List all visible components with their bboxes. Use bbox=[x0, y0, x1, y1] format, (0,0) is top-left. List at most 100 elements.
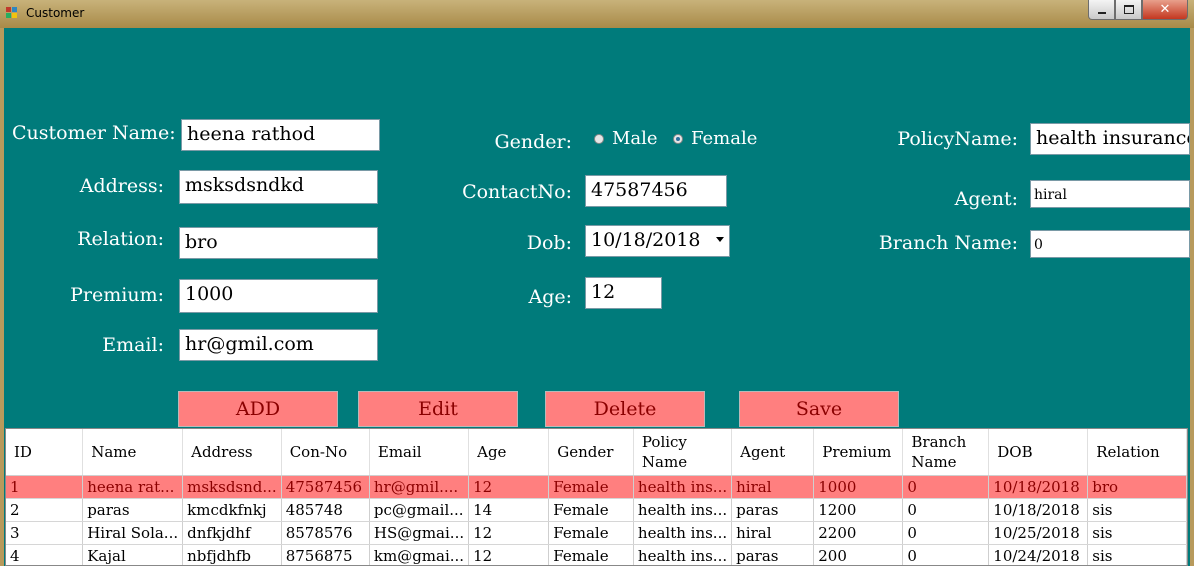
premium-label: Premium: bbox=[70, 284, 164, 306]
window-title: Customer bbox=[26, 6, 85, 20]
agent-field[interactable]: hiral bbox=[1030, 180, 1190, 208]
column-header[interactable]: Relation bbox=[1087, 429, 1187, 475]
column-header[interactable]: Con-No bbox=[281, 429, 370, 475]
table-cell: sis bbox=[1087, 498, 1187, 522]
table-cell: 10/18/2018 bbox=[988, 476, 1089, 499]
dob-value: 10/18/2018 bbox=[591, 229, 701, 251]
table-cell: paras bbox=[731, 544, 815, 565]
edit-button[interactable]: Edit bbox=[358, 391, 518, 427]
branch-label: Branch Name: bbox=[878, 232, 1018, 254]
table-cell: 200 bbox=[813, 544, 904, 565]
column-header[interactable]: Branch Name bbox=[902, 429, 990, 475]
column-header[interactable]: Agent bbox=[731, 429, 815, 475]
table-row[interactable]: 3 Hiral Sola... dnfkjdhf 8578576 HS@gmai… bbox=[6, 521, 1187, 545]
minimize-icon bbox=[1097, 11, 1106, 14]
column-header[interactable]: DOB bbox=[988, 429, 1089, 475]
table-cell: sis bbox=[1087, 544, 1187, 565]
contact-label: ContactNo: bbox=[462, 181, 572, 203]
close-button[interactable]: ✕ bbox=[1142, 0, 1188, 20]
table-cell: 0 bbox=[902, 521, 990, 545]
maximize-icon bbox=[1123, 5, 1134, 14]
column-header[interactable]: ID bbox=[6, 429, 84, 475]
customer-grid[interactable]: ID Name Address Con-No Email Age Gender … bbox=[5, 428, 1188, 566]
title-bar: Customer ✕ bbox=[0, 0, 1194, 28]
table-cell: 0 bbox=[902, 498, 990, 522]
table-cell: 2200 bbox=[813, 521, 904, 545]
table-cell: km@gmai... bbox=[369, 544, 470, 565]
dob-label: Dob: bbox=[526, 232, 572, 254]
agent-label: Agent: bbox=[954, 188, 1018, 210]
relation-field[interactable]: bro bbox=[179, 227, 378, 259]
table-cell: health ins... bbox=[633, 544, 733, 565]
female-radio-label: Female bbox=[691, 128, 758, 149]
age-label: Age: bbox=[528, 286, 572, 308]
table-cell: 8578576 bbox=[281, 521, 370, 545]
delete-button[interactable]: Delete bbox=[545, 391, 705, 427]
table-cell: 10/25/2018 bbox=[988, 521, 1089, 545]
column-header[interactable]: Gender bbox=[548, 429, 634, 475]
table-cell: 1 bbox=[6, 476, 84, 499]
column-header[interactable]: Email bbox=[369, 429, 470, 475]
table-cell: paras bbox=[82, 498, 184, 522]
column-header[interactable]: Name bbox=[82, 429, 184, 475]
maximize-button[interactable] bbox=[1115, 0, 1142, 20]
table-cell: Female bbox=[548, 476, 634, 499]
email-field[interactable]: hr@gmil.com bbox=[179, 329, 378, 361]
table-cell: 12 bbox=[468, 544, 550, 565]
table-cell: 1000 bbox=[813, 476, 904, 499]
policy-label: PolicyName: bbox=[897, 128, 1018, 150]
table-cell: 1200 bbox=[813, 498, 904, 522]
email-label: Email: bbox=[102, 334, 164, 356]
column-header[interactable]: Age bbox=[468, 429, 550, 475]
age-field[interactable]: 12 bbox=[585, 277, 662, 309]
table-cell: paras bbox=[731, 498, 815, 522]
table-cell: 0 bbox=[902, 476, 990, 499]
table-cell: 14 bbox=[468, 498, 550, 522]
address-label: Address: bbox=[79, 175, 164, 197]
save-button[interactable]: Save bbox=[739, 391, 899, 427]
male-radio-icon bbox=[594, 133, 604, 144]
minimize-button[interactable] bbox=[1088, 0, 1115, 20]
table-cell: 485748 bbox=[281, 498, 370, 522]
branch-field[interactable]: 0 bbox=[1030, 230, 1190, 258]
table-cell: 4 bbox=[6, 544, 84, 565]
table-cell: 12 bbox=[468, 476, 550, 499]
dob-picker[interactable]: 10/18/2018 bbox=[585, 225, 730, 257]
table-cell: hr@gmil.... bbox=[369, 476, 470, 499]
table-cell: heena rat... bbox=[82, 476, 184, 499]
premium-field[interactable]: 1000 bbox=[179, 279, 378, 313]
column-header[interactable]: Premium bbox=[813, 429, 904, 475]
table-cell: Hiral Sola... bbox=[82, 521, 184, 545]
table-row[interactable]: 2 paras kmcdkfnkj 485748 pc@gmail... 14 … bbox=[6, 498, 1187, 522]
table-cell: 10/18/2018 bbox=[988, 498, 1089, 522]
dropdown-arrow-icon[interactable] bbox=[716, 237, 724, 242]
table-cell: Female bbox=[548, 498, 634, 522]
policy-field[interactable]: health insurance bbox=[1030, 123, 1190, 155]
table-cell: health ins... bbox=[633, 476, 733, 499]
table-cell: 3 bbox=[6, 521, 84, 545]
window-controls: ✕ bbox=[1088, 0, 1188, 20]
customer-form: Customer Name: heena rathod Address: msk… bbox=[4, 28, 1190, 566]
table-cell: nbfjdhfb bbox=[182, 544, 282, 565]
contact-field[interactable]: 47587456 bbox=[585, 175, 727, 207]
female-radio-icon bbox=[673, 133, 683, 144]
female-radio[interactable]: Female bbox=[673, 128, 757, 149]
relation-label: Relation: bbox=[77, 228, 164, 250]
column-header[interactable]: Policy Name bbox=[633, 429, 733, 475]
male-radio-label: Male bbox=[612, 128, 658, 149]
table-cell: hiral bbox=[731, 521, 815, 545]
address-field[interactable]: msksdsndkd bbox=[179, 170, 378, 204]
column-header[interactable]: Address bbox=[182, 429, 282, 475]
table-row[interactable]: 1 heena rat... msksdsnd... 47587456 hr@g… bbox=[6, 476, 1187, 499]
table-cell: Kajal bbox=[82, 544, 184, 565]
male-radio[interactable]: Male bbox=[594, 128, 658, 149]
customer-name-field[interactable]: heena rathod bbox=[181, 119, 380, 151]
table-cell: health ins... bbox=[633, 521, 733, 545]
table-cell: 8756875 bbox=[281, 544, 370, 565]
add-button[interactable]: ADD bbox=[178, 391, 338, 427]
table-cell: Female bbox=[548, 544, 634, 565]
table-row[interactable]: 4 Kajal nbfjdhfb 8756875 km@gmai... 12 F… bbox=[6, 544, 1187, 565]
customer-table: ID Name Address Con-No Email Age Gender … bbox=[6, 429, 1187, 565]
table-cell: 47587456 bbox=[281, 476, 370, 499]
table-cell: sis bbox=[1087, 521, 1187, 545]
